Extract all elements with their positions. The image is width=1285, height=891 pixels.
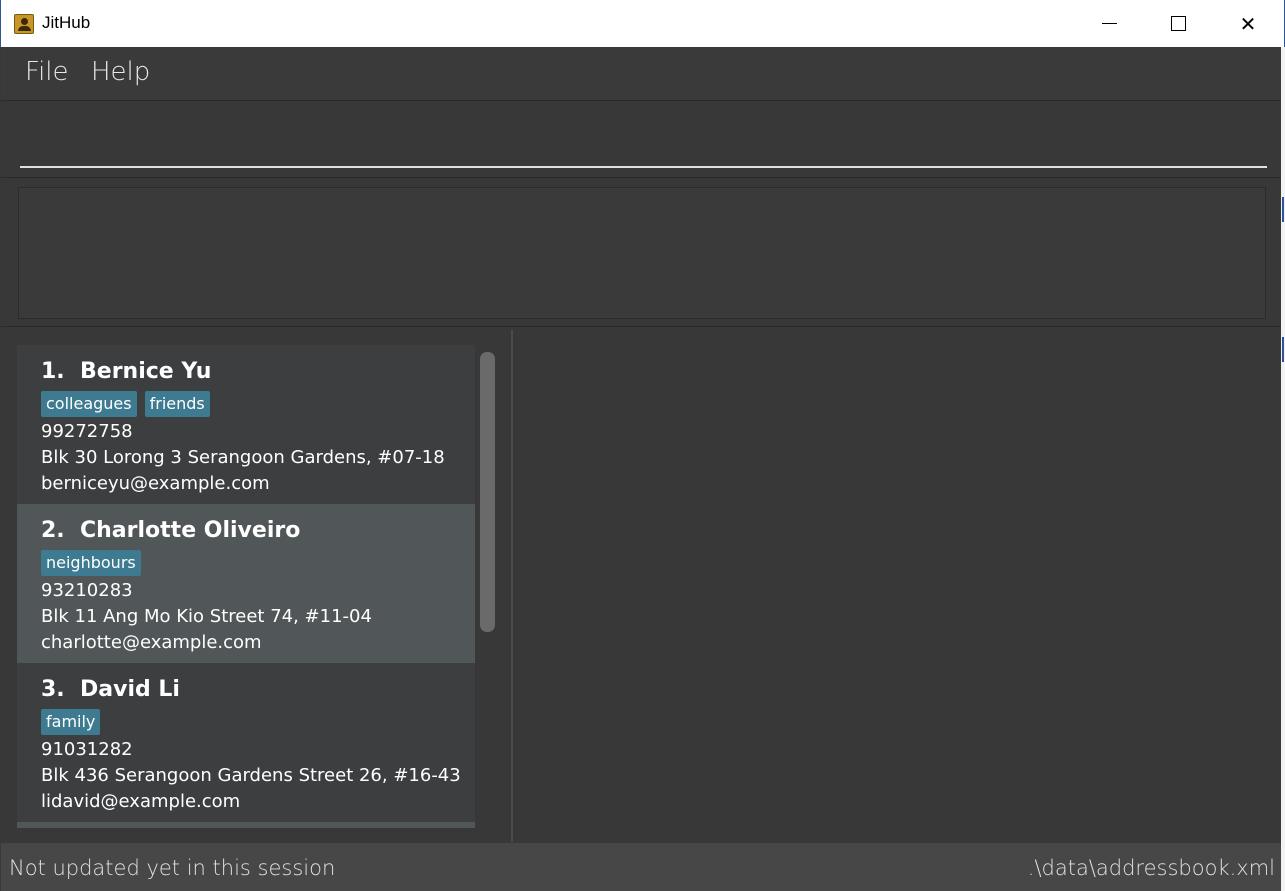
window-edge [1281, 47, 1285, 891]
tag: neighbours [41, 550, 141, 576]
menu-file[interactable]: File [25, 57, 69, 87]
window-title: JitHub [42, 13, 91, 32]
person-email: lidavid@example.com [41, 791, 241, 812]
person-card[interactable]: 2. Charlotte Oliveiro neighbours 9321028… [17, 504, 475, 663]
title-bar: JitHub ✕ [0, 0, 1285, 47]
person-card[interactable]: 3. David Li family 91031282 Blk 436 Sera… [17, 663, 475, 822]
menu-help[interactable]: Help [91, 57, 150, 87]
person-email: berniceyu@example.com [41, 473, 270, 494]
close-icon: ✕ [1239, 11, 1257, 36]
person-list: 1. Bernice Yu colleagues friends 9927275… [17, 345, 475, 828]
close-button[interactable]: ✕ [1213, 0, 1283, 47]
person-name: 3. David Li [41, 677, 180, 702]
result-display-panel [1, 179, 1281, 327]
minimize-icon [1101, 23, 1117, 24]
result-display [18, 187, 1266, 319]
person-list-panel: 1. Bernice Yu colleagues friends 9927275… [1, 330, 513, 842]
save-location: .\data\addressbook.xml [1027, 856, 1275, 880]
minimize-button[interactable] [1074, 0, 1144, 47]
person-phone: 91031282 [41, 739, 133, 760]
person-name: 1. Bernice Yu [41, 359, 212, 384]
maximize-icon [1170, 16, 1186, 31]
maximize-button[interactable] [1143, 0, 1213, 47]
menu-bar: File Help [1, 47, 1281, 101]
person-address: Blk 11 Ang Mo Kio Street 74, #11-04 [41, 606, 372, 627]
sync-status: Not updated yet in this session [9, 856, 336, 880]
tag: friends [144, 391, 210, 417]
person-address: Blk 436 Serangoon Gardens Street 26, #16… [41, 765, 461, 786]
person-card[interactable]: 1. Bernice Yu colleagues friends 9927275… [17, 345, 475, 504]
person-name: 2. Charlotte Oliveiro [41, 518, 301, 543]
person-phone: 99272758 [41, 421, 133, 442]
command-input[interactable] [20, 112, 1267, 168]
person-phone: 93210283 [41, 580, 133, 601]
person-address: Blk 30 Lorong 3 Serangoon Gardens, #07-1… [41, 447, 445, 468]
command-box-panel [1, 102, 1281, 178]
status-bar: Not updated yet in this session .\data\a… [1, 843, 1281, 891]
contact-book-icon [14, 14, 34, 34]
person-email: charlotte@example.com [41, 632, 262, 653]
tag-list: neighbours [41, 550, 141, 576]
tag: family [41, 709, 101, 735]
tag: colleagues [41, 391, 137, 417]
detail-panel [515, 330, 1281, 842]
tag-list: family [41, 709, 101, 735]
list-scrollbar[interactable] [480, 352, 495, 632]
tag-list: colleagues friends [41, 391, 210, 417]
person-card-partial [17, 822, 475, 828]
